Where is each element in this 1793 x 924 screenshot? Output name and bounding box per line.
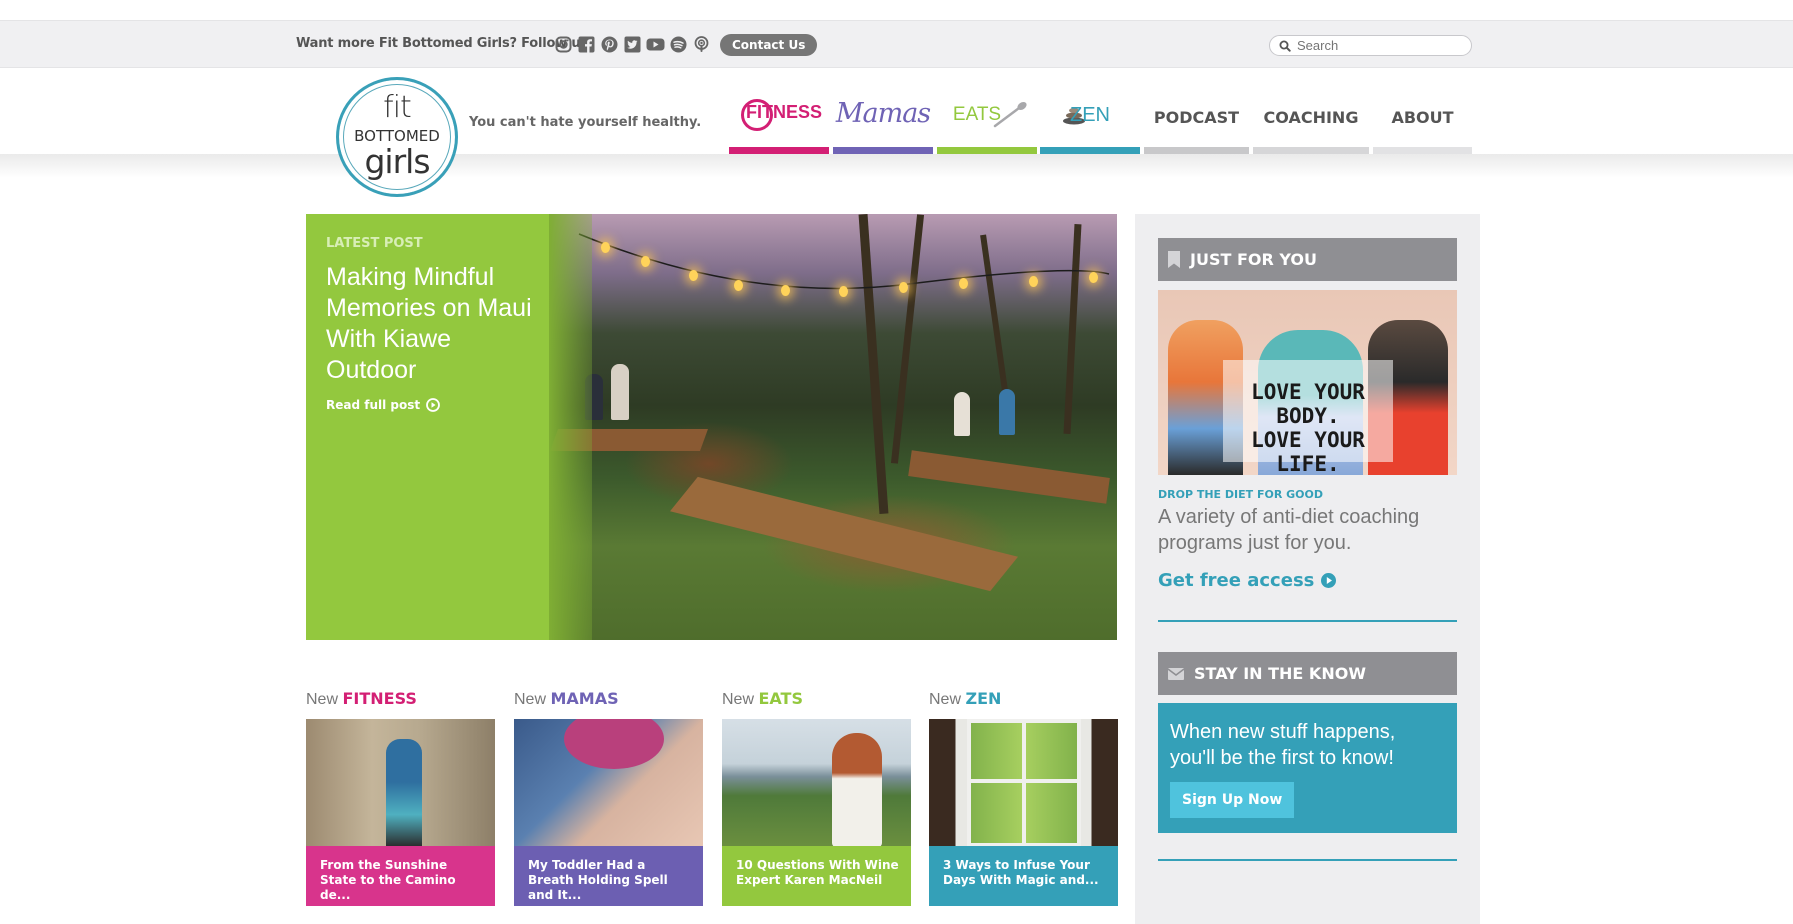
sign-up-now-button[interactable]: Sign Up Now xyxy=(1170,782,1295,818)
zen-post-card[interactable]: 3 Ways to Infuse Your Days With Magic an… xyxy=(929,719,1118,906)
promo-slogan: LOVE YOUR BODY. LOVE YOUR LIFE. xyxy=(1223,360,1393,475)
nav-zen[interactable]: ZEN xyxy=(1040,82,1140,154)
sidebar: JUST FOR YOU LOVE YOUR BODY. LOVE YOUR L… xyxy=(1135,214,1480,924)
nav-podcast-label: PODCAST xyxy=(1153,108,1240,127)
facebook-icon[interactable] xyxy=(577,35,596,54)
nav-coaching[interactable]: COACHING xyxy=(1253,82,1369,154)
new-mamas-name: MAMAS xyxy=(550,689,619,708)
top-utility-bar: Want more Fit Bottomed Girls? Follow us:… xyxy=(0,20,1793,68)
stay-in-the-know-header: STAY IN THE KNOW xyxy=(1158,652,1457,695)
follow-us-text: Want more Fit Bottomed Girls? Follow us: xyxy=(296,36,593,51)
promo-line-2: LOVE YOUR LIFE. xyxy=(1251,428,1365,475)
hero-latest-post: LATEST POST Making Mindful Memories on M… xyxy=(306,214,1117,640)
podcast-icon[interactable] xyxy=(692,35,711,54)
sidebar-divider-2 xyxy=(1158,859,1457,861)
new-eats-name: EATS xyxy=(758,689,803,708)
new-eats-heading: New EATS xyxy=(722,689,803,709)
nav-fitness[interactable]: FITNESS xyxy=(729,82,829,154)
hero-kicker: LATEST POST xyxy=(326,236,423,251)
nav-podcast[interactable]: PODCAST xyxy=(1144,82,1249,154)
eats-post-card[interactable]: 10 Questions With Wine Expert Karen MacN… xyxy=(722,719,911,906)
spotify-icon[interactable] xyxy=(669,35,688,54)
new-zen-name: ZEN xyxy=(965,689,1002,708)
spoon-icon xyxy=(993,101,1027,128)
site-tagline: You can't hate yourself healthy. xyxy=(469,115,702,130)
fitness-post-card[interactable]: From the Sunshine State to the Camino de… xyxy=(306,719,495,906)
just-for-you-title: JUST FOR YOU xyxy=(1190,250,1317,269)
nav-coaching-bar xyxy=(1253,147,1369,154)
nav-zen-label: ZEN xyxy=(1070,104,1110,126)
envelope-icon xyxy=(1168,667,1184,680)
pinterest-icon[interactable] xyxy=(600,35,619,54)
logo-text-girls: girls xyxy=(364,142,430,181)
eats-post-image xyxy=(722,719,911,847)
new-fitness-prefix: New xyxy=(306,691,339,708)
drop-the-diet-kicker: DROP THE DIET FOR GOOD xyxy=(1158,488,1323,501)
promo-line-1: LOVE YOUR BODY. xyxy=(1251,380,1365,428)
nav-about-label: ABOUT xyxy=(1391,108,1454,127)
stay-in-the-know-title: STAY IN THE KNOW xyxy=(1194,664,1366,683)
nav-fitness-label: FITNESS xyxy=(745,102,822,122)
new-mamas-prefix: New xyxy=(514,691,547,708)
hero-title[interactable]: Making Mindful Memories on Maui With Kia… xyxy=(326,262,536,386)
zen-post-caption: 3 Ways to Infuse Your Days With Magic an… xyxy=(929,846,1118,906)
search-icon xyxy=(1279,40,1291,52)
nav-podcast-bar xyxy=(1144,147,1249,154)
love-your-body-promo[interactable]: LOVE YOUR BODY. LOVE YOUR LIFE. xyxy=(1158,290,1457,475)
newsletter-text: When new stuff happens, you'll be the fi… xyxy=(1170,721,1396,769)
play-circle-icon xyxy=(1321,573,1337,588)
nav-about-bar xyxy=(1373,147,1472,154)
fitness-post-image xyxy=(306,719,495,847)
new-fitness-name: FITNESS xyxy=(342,689,417,708)
hero-image-fade xyxy=(549,214,592,640)
get-free-access-label: Get free access xyxy=(1158,570,1315,591)
youtube-icon[interactable] xyxy=(646,35,665,54)
nav-eats-bar xyxy=(937,147,1037,154)
new-zen-prefix: New xyxy=(929,691,962,708)
eats-post-caption: 10 Questions With Wine Expert Karen MacN… xyxy=(722,846,911,906)
nav-about[interactable]: ABOUT xyxy=(1373,82,1472,154)
logo-text-fit: fit xyxy=(383,90,412,125)
get-free-access-link[interactable]: Get free access xyxy=(1158,570,1337,591)
new-zen-heading: New ZEN xyxy=(929,689,1001,709)
mamas-post-image xyxy=(514,719,703,847)
nav-zen-bar xyxy=(1040,147,1140,154)
nav-fitness-bar xyxy=(729,147,829,154)
read-full-post-link[interactable]: Read full post xyxy=(326,398,441,412)
contact-us-button[interactable]: Contact Us xyxy=(720,34,818,56)
new-eats-prefix: New xyxy=(722,691,755,708)
nav-eats[interactable]: EATS xyxy=(937,82,1037,154)
twitter-icon[interactable] xyxy=(623,35,642,54)
new-fitness-heading: New FITNESS xyxy=(306,689,417,709)
search-field[interactable] xyxy=(1269,35,1472,56)
zen-post-image xyxy=(929,719,1118,847)
hero-image[interactable] xyxy=(549,214,1117,640)
nav-mamas-bar xyxy=(833,147,933,154)
coaching-description: A variety of anti-diet coaching programs… xyxy=(1158,506,1420,554)
bookmark-icon xyxy=(1168,251,1180,268)
header-shadow xyxy=(0,154,1793,178)
instagram-icon[interactable] xyxy=(554,35,573,54)
fitness-post-caption: From the Sunshine State to the Camino de… xyxy=(306,846,495,906)
play-circle-icon xyxy=(426,398,441,412)
search-input[interactable] xyxy=(1297,38,1457,53)
sidebar-divider xyxy=(1158,620,1457,622)
newsletter-box: When new stuff happens, you'll be the fi… xyxy=(1158,703,1457,833)
new-mamas-heading: New MAMAS xyxy=(514,689,619,709)
read-full-post-label: Read full post xyxy=(326,398,421,412)
mamas-post-card[interactable]: My Toddler Had a Breath Holding Spell an… xyxy=(514,719,703,906)
site-logo[interactable]: fit BOTTOMED girls xyxy=(336,77,458,197)
social-links xyxy=(554,35,711,54)
just-for-you-header: JUST FOR YOU xyxy=(1158,238,1457,281)
nav-coaching-label: COACHING xyxy=(1263,108,1359,127)
mamas-post-caption: My Toddler Had a Breath Holding Spell an… xyxy=(514,846,703,906)
